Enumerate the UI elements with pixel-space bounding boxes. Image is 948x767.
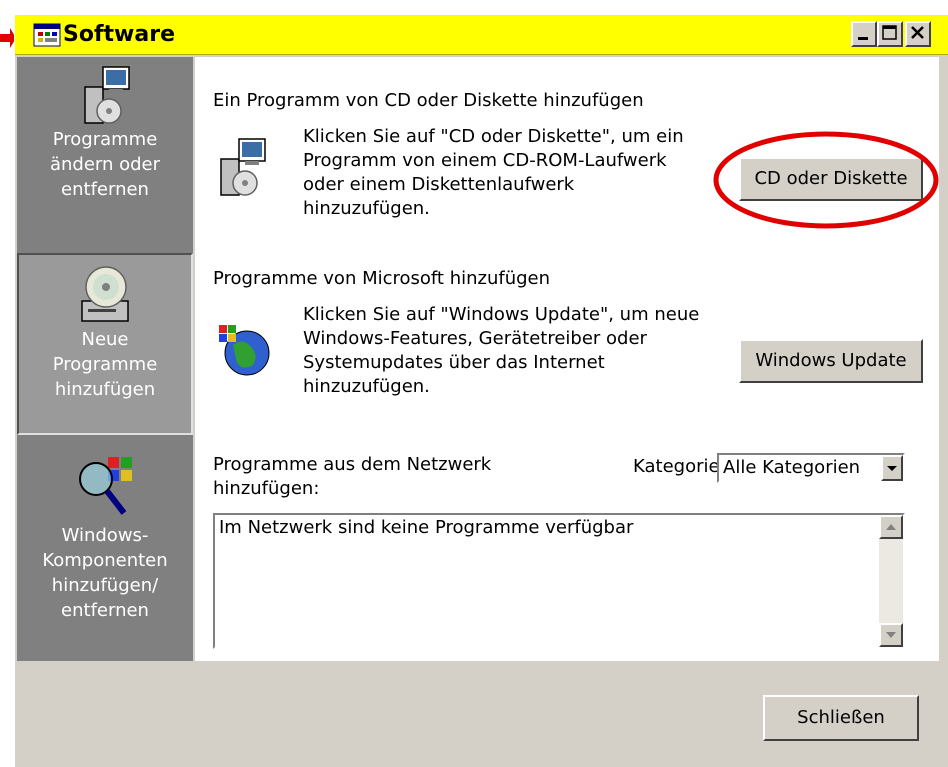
- sidebar-item-label: Neue Programme hinzufügen: [52, 329, 158, 400]
- category-dropdown-button[interactable]: [881, 455, 903, 481]
- minimize-icon: [858, 37, 868, 40]
- microsoft-section-description: Klicken Sie auf "Windows Update", um neu…: [303, 304, 700, 397]
- close-icon: [911, 26, 924, 39]
- maximize-button[interactable]: [877, 21, 903, 47]
- network-section-heading: Programme aus dem Netzwerk hinzufügen:: [213, 454, 492, 499]
- close-button[interactable]: [905, 21, 931, 47]
- chevron-down-icon: [887, 466, 897, 471]
- list-empty-text: Im Netzwerk sind keine Programme verfügb…: [219, 517, 634, 538]
- windows-components-icon: [79, 457, 132, 515]
- title-bar[interactable]: Software: [15, 15, 948, 55]
- sidebar-item-change-remove[interactable]: Programme ändern oder entfernen: [17, 61, 193, 251]
- close-dialog-button[interactable]: Schließen: [763, 695, 919, 741]
- scroll-up-button[interactable]: [879, 515, 903, 539]
- sidebar: Programme ändern oder entfernen Neue Pro…: [17, 57, 193, 661]
- highlight-ellipse: [713, 131, 939, 229]
- network-programs-list[interactable]: Im Netzwerk sind keine Programme verfügb…: [213, 513, 905, 649]
- scroll-up-icon: [886, 524, 896, 530]
- software-window: Software Programme ändern oder entfernen: [14, 14, 948, 767]
- minimize-button[interactable]: [851, 21, 877, 47]
- cd-section-heading: Ein Programm von CD oder Diskette hinzuf…: [213, 90, 644, 111]
- content-panel: Ein Programm von CD oder Diskette hinzuf…: [195, 57, 939, 661]
- software-app-icon: [33, 23, 61, 47]
- sidebar-item-windows-components[interactable]: Windows- Komponenten hinzufügen/ entfern…: [17, 443, 193, 657]
- category-select[interactable]: Alle Kategorien: [717, 453, 905, 483]
- windows-update-button[interactable]: Windows Update: [739, 339, 923, 383]
- sidebar-item-add-new[interactable]: Neue Programme hinzufügen: [17, 253, 193, 435]
- category-label: Kategorie:: [633, 456, 726, 477]
- maximize-icon: [882, 25, 897, 40]
- vertical-scrollbar[interactable]: [879, 515, 903, 647]
- window-title: Software: [63, 22, 175, 47]
- category-select-value: Alle Kategorien: [723, 457, 861, 478]
- scroll-down-button[interactable]: [879, 623, 903, 647]
- sidebar-item-label: Programme ändern oder entfernen: [49, 129, 161, 200]
- cd-install-icon: [220, 138, 266, 196]
- windows-update-icon: [219, 325, 270, 376]
- microsoft-section-heading: Programme von Microsoft hinzufügen: [213, 268, 551, 289]
- cd-drive-icon: [81, 266, 129, 322]
- install-package-icon: [84, 66, 130, 124]
- cd-section-description: Klicken Sie auf "CD oder Diskette", um e…: [303, 126, 684, 219]
- sidebar-item-label: Windows- Komponenten hinzufügen/ entfern…: [42, 525, 168, 621]
- scroll-down-icon: [886, 632, 896, 638]
